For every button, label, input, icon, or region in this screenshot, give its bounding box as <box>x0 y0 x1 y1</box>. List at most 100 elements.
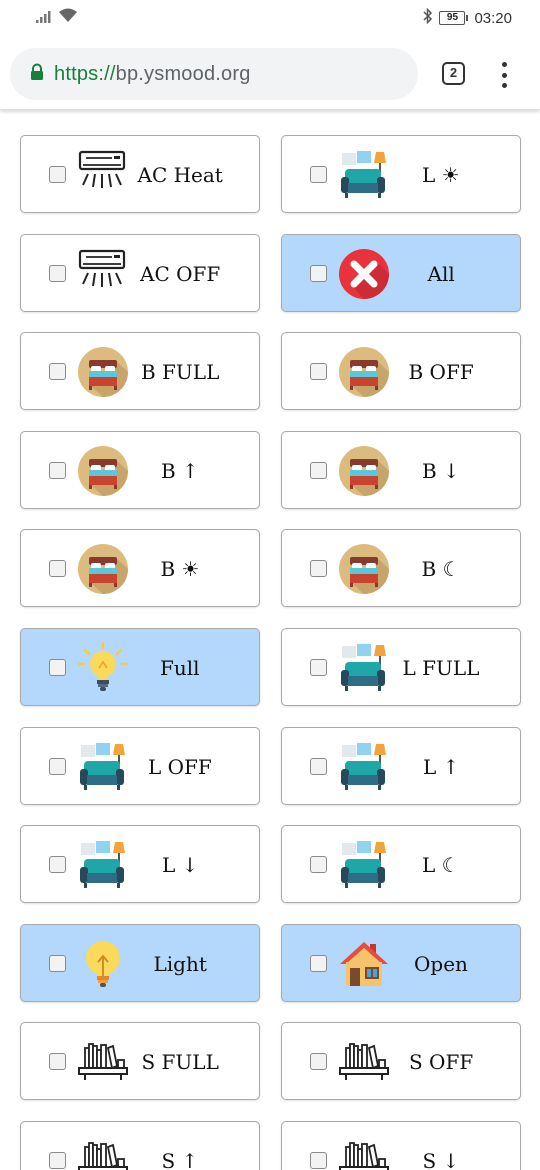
air-conditioner-icon <box>77 149 129 201</box>
tab-switcher-button[interactable]: 2 <box>442 62 465 85</box>
scene-label: B FULL <box>141 360 220 384</box>
scene-label: L FULL <box>402 656 480 680</box>
bed-icon <box>77 543 129 595</box>
scene-tile[interactable]: B FULL <box>20 332 260 410</box>
living-room-icon <box>77 839 129 891</box>
scene-label: L ↓ <box>162 853 199 877</box>
scene-checkbox[interactable] <box>49 1053 66 1070</box>
scene-tile[interactable]: B ☀ <box>20 529 260 607</box>
scene-tile[interactable]: S ↑ <box>20 1121 260 1170</box>
scene-checkbox[interactable] <box>310 1152 327 1169</box>
scene-tile[interactable]: S FULL <box>20 1022 260 1100</box>
scene-tile[interactable]: B ↓ <box>281 431 521 509</box>
bed-icon <box>338 543 390 595</box>
browser-toolbar: https://bp.ysmood.org 2 <box>0 38 540 110</box>
bookshelf-icon <box>338 1135 390 1170</box>
lightbulb-on-icon <box>77 642 129 694</box>
scene-tile[interactable]: Open <box>281 924 521 1002</box>
url-text: https://bp.ysmood.org <box>54 63 251 86</box>
bluetooth-icon <box>423 7 433 28</box>
bed-icon <box>338 346 390 398</box>
house-icon <box>338 938 390 990</box>
scene-label: B ☾ <box>421 557 461 581</box>
scene-tile[interactable]: S OFF <box>281 1022 521 1100</box>
scene-checkbox[interactable] <box>49 659 66 676</box>
living-room-icon <box>338 741 390 793</box>
bookshelf-icon <box>77 1036 129 1088</box>
scene-label: Open <box>414 952 468 976</box>
scene-label: AC Heat <box>137 163 223 187</box>
scene-label: S OFF <box>409 1050 474 1074</box>
scene-checkbox[interactable] <box>310 166 327 183</box>
close-circle-icon <box>338 248 390 300</box>
scene-checkbox[interactable] <box>310 560 327 577</box>
air-conditioner-icon <box>77 248 129 300</box>
scene-label: S ↓ <box>422 1149 460 1170</box>
scene-checkbox[interactable] <box>49 166 66 183</box>
scene-label: AC OFF <box>140 262 221 286</box>
scene-checkbox[interactable] <box>310 955 327 972</box>
scene-checkbox[interactable] <box>310 462 327 479</box>
scene-tile[interactable]: L ↑ <box>281 727 521 805</box>
scene-tile[interactable]: Full <box>20 628 260 706</box>
living-room-icon <box>338 839 390 891</box>
lightbulb-icon <box>77 938 129 990</box>
scene-tile[interactable]: B OFF <box>281 332 521 410</box>
scene-checkbox[interactable] <box>49 1152 66 1169</box>
scene-tile[interactable]: B ☾ <box>281 529 521 607</box>
bookshelf-icon <box>77 1135 129 1170</box>
more-menu-icon[interactable] <box>498 62 510 88</box>
url-host: bp.ysmood.org <box>115 62 251 85</box>
scene-label: Light <box>153 952 207 976</box>
scene-checkbox[interactable] <box>49 265 66 282</box>
scene-label: B ↑ <box>161 459 199 483</box>
living-room-icon <box>77 741 129 793</box>
scene-checkbox[interactable] <box>49 856 66 873</box>
url-scheme: https:// <box>54 62 116 85</box>
status-icons-left <box>36 8 78 27</box>
scene-tile[interactable]: AC Heat <box>20 135 260 213</box>
scene-tile[interactable]: S ↓ <box>281 1121 521 1170</box>
scene-label: B OFF <box>408 360 474 384</box>
scene-checkbox[interactable] <box>310 659 327 676</box>
scene-label: B ↓ <box>422 459 460 483</box>
scene-tile[interactable]: Light <box>20 924 260 1002</box>
scene-checkbox[interactable] <box>49 462 66 479</box>
scene-tile[interactable]: L OFF <box>20 727 260 805</box>
scene-checkbox[interactable] <box>49 758 66 775</box>
clock: 03:20 <box>474 9 512 27</box>
scene-label: S FULL <box>141 1050 219 1074</box>
status-icons-right: 95 03:20 <box>423 7 512 28</box>
address-bar[interactable]: https://bp.ysmood.org <box>10 48 418 100</box>
scene-checkbox[interactable] <box>310 856 327 873</box>
wifi-icon <box>58 8 78 27</box>
scene-checkbox[interactable] <box>49 363 66 380</box>
bed-icon <box>338 445 390 497</box>
scene-label: All <box>427 262 455 286</box>
scene-label: Full <box>160 656 200 680</box>
scene-tile[interactable]: L FULL <box>281 628 521 706</box>
bookshelf-icon <box>338 1036 390 1088</box>
scene-checkbox[interactable] <box>310 363 327 380</box>
scene-label: L OFF <box>148 755 212 779</box>
scene-tile[interactable]: L ☀ <box>281 135 521 213</box>
scene-label: B ☀ <box>160 557 200 581</box>
scene-tile[interactable]: B ↑ <box>20 431 260 509</box>
scene-checkbox[interactable] <box>49 560 66 577</box>
lock-icon <box>30 63 44 85</box>
scene-label: L ↑ <box>423 755 460 779</box>
scene-checkbox[interactable] <box>49 955 66 972</box>
living-room-icon <box>338 642 390 694</box>
scene-tile[interactable]: AC OFF <box>20 234 260 312</box>
battery-icon: 95 <box>439 11 469 25</box>
scene-tile[interactable]: L ☾ <box>281 825 521 903</box>
scene-checkbox[interactable] <box>310 265 327 282</box>
status-bar: 95 03:20 <box>0 0 540 38</box>
scene-checkbox[interactable] <box>310 1053 327 1070</box>
scene-tile[interactable]: L ↓ <box>20 825 260 903</box>
living-room-icon <box>338 149 390 201</box>
scene-label: S ↑ <box>161 1149 199 1170</box>
scene-label: L ☾ <box>422 853 460 877</box>
scene-checkbox[interactable] <box>310 758 327 775</box>
scene-tile[interactable]: All <box>281 234 521 312</box>
